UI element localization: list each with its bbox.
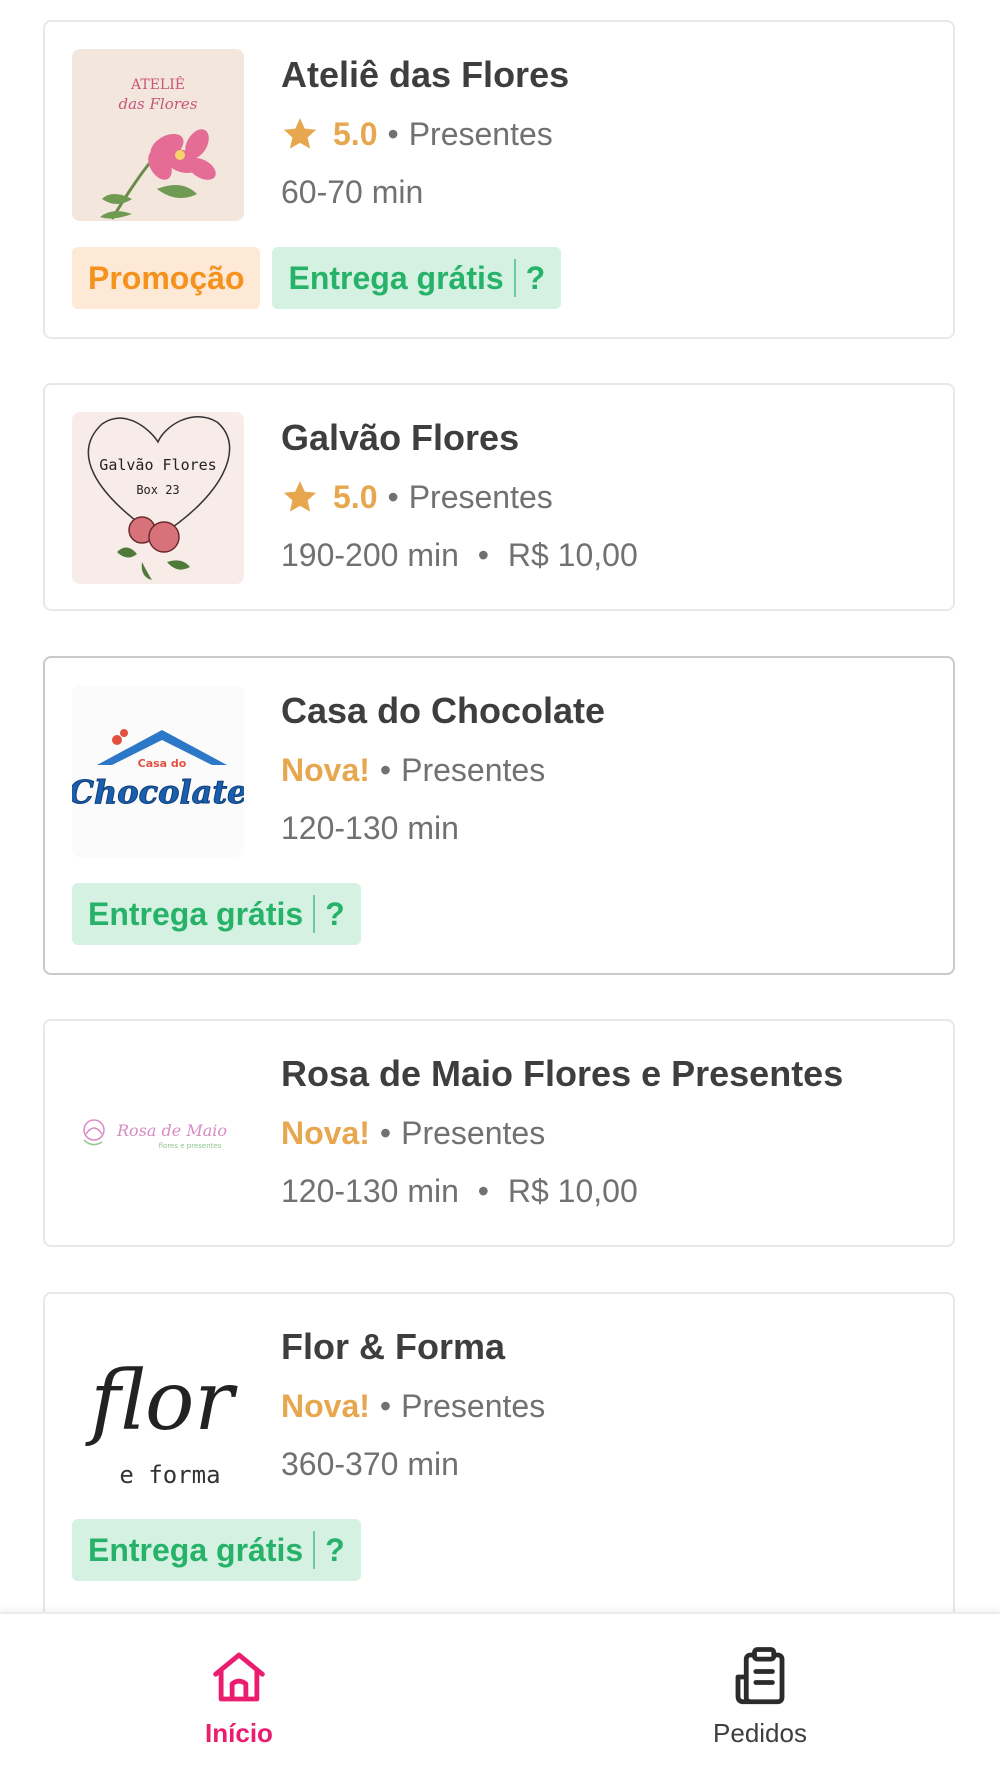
logo-text: Chocolate [72,773,244,811]
star-icon [283,118,317,149]
store-delivery-info: 190-200 min • R$ 10,00 [281,537,638,574]
store-logo: flor e forma [72,1321,244,1493]
store-category: Presentes [401,751,546,788]
store-card[interactable]: Rosa de Maio flores e presentes Rosa de … [43,1019,955,1247]
separator: • [379,751,392,788]
star-icon [283,481,317,512]
nav-orders[interactable]: Pedidos [640,1644,880,1764]
separator: • [387,115,399,152]
store-delivery-info: 60-70 min [281,174,423,211]
delivery-fee: R$ 10,00 [507,1173,638,1209]
logo-text: Casa do [138,757,187,770]
separator: • [387,478,399,515]
store-logo: Galvão Flores Box 23 [72,412,244,584]
tag-divider [313,1531,316,1569]
store-logo: Rosa de Maio flores e presentes [72,1048,244,1220]
store-category: Presentes [401,1114,546,1151]
store-card[interactable]: ATELIÊ das Flores Ateliê das Flores 5.0 [43,20,955,339]
separator: • [379,1114,392,1151]
free-delivery-tag[interactable]: Entrega grátis ? [72,883,361,945]
store-category: Presentes [401,1387,546,1424]
logo-text: flor [84,1354,238,1449]
new-badge: Nova! [281,751,370,788]
free-delivery-tag[interactable]: Entrega grátis ? [272,247,562,309]
delivery-time: 120-130 min [281,810,459,846]
tag-divider [313,895,316,933]
store-meta: Nova! • Presentes [281,1111,545,1155]
tag-divider [513,259,516,297]
store-delivery-info: 120-130 min [281,810,459,847]
logo-text: Rosa de Maio [116,1121,227,1140]
orders-icon [735,1647,785,1705]
store-card[interactable]: Galvão Flores Box 23 Galvão Flores 5.0 •… [43,383,955,611]
delivery-time: 360-370 min [281,1446,459,1482]
store-rating: 5.0 [333,115,378,152]
store-delivery-info: 360-370 min [281,1446,459,1483]
bottom-navigation: Início Pedidos [0,1612,1000,1780]
store-name: Rosa de Maio Flores e Presentes [281,1053,844,1094]
delivery-fee: R$ 10,00 [507,537,638,573]
nav-orders-label: Pedidos [713,1718,807,1748]
store-meta: Nova! • Presentes [281,748,545,792]
new-badge: Nova! [281,1387,370,1424]
store-card[interactable]: flor e forma Flor & Forma Nova! • Presen… [43,1292,955,1632]
store-tags: Promoção Entrega grátis ? [72,247,562,309]
nav-home[interactable]: Início [119,1644,359,1764]
logo-text: ATELIÊ [130,75,185,93]
logo-text: e forma [119,1461,220,1489]
logo-text: das Flores [119,95,198,113]
store-meta: Nova! • Presentes [281,1384,545,1428]
store-name: Flor & Forma [281,1326,506,1367]
delivery-time: 120-130 min [281,1173,459,1209]
store-meta: 5.0 • Presentes [281,112,553,156]
new-badge: Nova! [281,1114,370,1151]
store-tags: Entrega grátis ? [72,1519,361,1581]
delivery-time: 60-70 min [281,174,424,210]
separator: • [379,1387,392,1424]
store-name: Casa do Chocolate [281,690,606,731]
help-icon[interactable]: ? [325,896,345,933]
store-rating: 5.0 [333,478,378,515]
store-tags: Entrega grátis ? [72,883,361,945]
store-name: Galvão Flores [281,417,520,458]
store-logo: ATELIÊ das Flores [72,49,244,221]
help-icon[interactable]: ? [526,260,546,297]
help-icon[interactable]: ? [325,1532,345,1569]
free-delivery-label: Entrega grátis [288,259,504,296]
free-delivery-label: Entrega grátis [88,1531,304,1568]
logo-text: Box 23 [136,483,179,497]
free-delivery-tag[interactable]: Entrega grátis ? [72,1519,361,1581]
separator: • [477,537,489,573]
store-category: Presentes [408,115,553,152]
free-delivery-label: Entrega grátis [88,895,304,932]
store-delivery-info: 120-130 min • R$ 10,00 [281,1173,638,1210]
nav-home-label: Início [205,1718,273,1748]
promo-tag: Promoção [72,247,261,309]
logo-text: Galvão Flores [99,456,216,474]
store-card[interactable]: Casa do Chocolate Casa do Chocolate Nova… [43,656,955,975]
store-name: Ateliê das Flores [281,54,570,95]
store-category: Presentes [408,478,553,515]
store-logo: Casa do Chocolate [72,685,244,857]
delivery-time: 190-200 min [281,537,459,573]
separator: • [477,1173,489,1209]
logo-text: flores e presentes [159,1142,222,1150]
home-icon [213,1652,265,1702]
store-meta: 5.0 • Presentes [281,475,553,519]
